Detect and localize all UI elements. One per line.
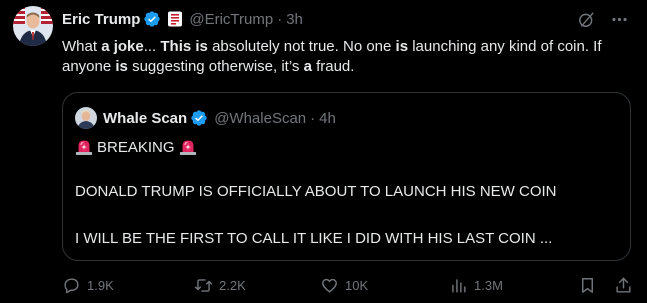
- tweet-text-segment: What: [62, 38, 102, 55]
- quote-tweet[interactable]: Whale Scan @WhaleScan · 4h BREAKING DONA…: [62, 92, 631, 261]
- bookmark-icon: [582, 277, 593, 293]
- tweet-text-segment: fraud.: [311, 58, 355, 75]
- share-icon: [616, 277, 631, 293]
- quote-text-line: I WILL BE THE FIRST TO CALL IT LIKE I DI…: [75, 230, 553, 247]
- quote-breaking-line: BREAKING: [75, 138, 197, 156]
- reply-button[interactable]: 1.9K: [62, 276, 114, 295]
- bookmark-button[interactable]: [578, 276, 597, 295]
- repost-count: 2.2K: [219, 277, 246, 293]
- quote-author-avatar: [75, 107, 97, 129]
- share-button[interactable]: [614, 276, 633, 295]
- separator-dot: ·: [277, 10, 283, 28]
- quote-author-handle: @WhaleScan: [214, 109, 307, 127]
- quote-author-name: Whale Scan: [103, 109, 188, 127]
- views-count: 1.3M: [474, 277, 503, 293]
- tweet-actions: 1.9K 2.2K 10K 1.3M: [62, 273, 632, 297]
- like-icon: [322, 278, 337, 293]
- author-name[interactable]: Eric Trump: [62, 11, 140, 28]
- tweet-text: What a joke... This is absolutely not tr…: [62, 37, 627, 77]
- flag-badge-icon: [168, 11, 183, 27]
- tweet-text-segment: a joke: [101, 38, 144, 55]
- header-actions: [577, 10, 629, 29]
- separator-dot: ·: [310, 109, 316, 127]
- quote-time: 4h: [319, 109, 336, 127]
- tweet-time[interactable]: 3h: [286, 11, 303, 28]
- tweet-header: Eric Trump @EricTrump · 3h: [62, 8, 629, 30]
- siren-icon: [76, 140, 92, 155]
- quote-text-line: DONALD TRUMP IS OFFICIALLY ABOUT TO LAUN…: [75, 183, 557, 200]
- tweet-text-segment: is: [115, 58, 128, 75]
- siren-icon: [179, 140, 196, 155]
- author-handle[interactable]: @EricTrump: [189, 11, 273, 28]
- tweet-text-segment: suggesting otherwise, it’s: [127, 58, 304, 75]
- quote-breaking-text: BREAKING: [97, 138, 175, 156]
- verified-icon: [191, 110, 207, 126]
- tweet-text-segment: is: [395, 38, 409, 55]
- reply-count: 1.9K: [87, 277, 114, 293]
- repost-button[interactable]: 2.2K: [194, 276, 246, 295]
- tweet-text-segment: absolutely not true. No one: [207, 38, 396, 55]
- grok-icon[interactable]: [577, 10, 596, 29]
- tweet-text-segment: This is: [160, 38, 208, 55]
- views-button[interactable]: 1.3M: [449, 276, 503, 295]
- author-avatar[interactable]: [13, 6, 53, 46]
- tweet-text-segment: a: [303, 58, 312, 75]
- more-icon[interactable]: [610, 10, 629, 29]
- like-button[interactable]: 10K: [320, 276, 368, 295]
- quote-header: Whale Scan @WhaleScan · 4h: [75, 107, 336, 129]
- verified-icon: [144, 11, 161, 27]
- repost-icon: [194, 278, 213, 292]
- views-icon: [452, 278, 466, 293]
- reply-icon: [64, 277, 79, 293]
- like-count: 10K: [345, 277, 369, 293]
- tweet-text-segment: ...: [143, 38, 161, 55]
